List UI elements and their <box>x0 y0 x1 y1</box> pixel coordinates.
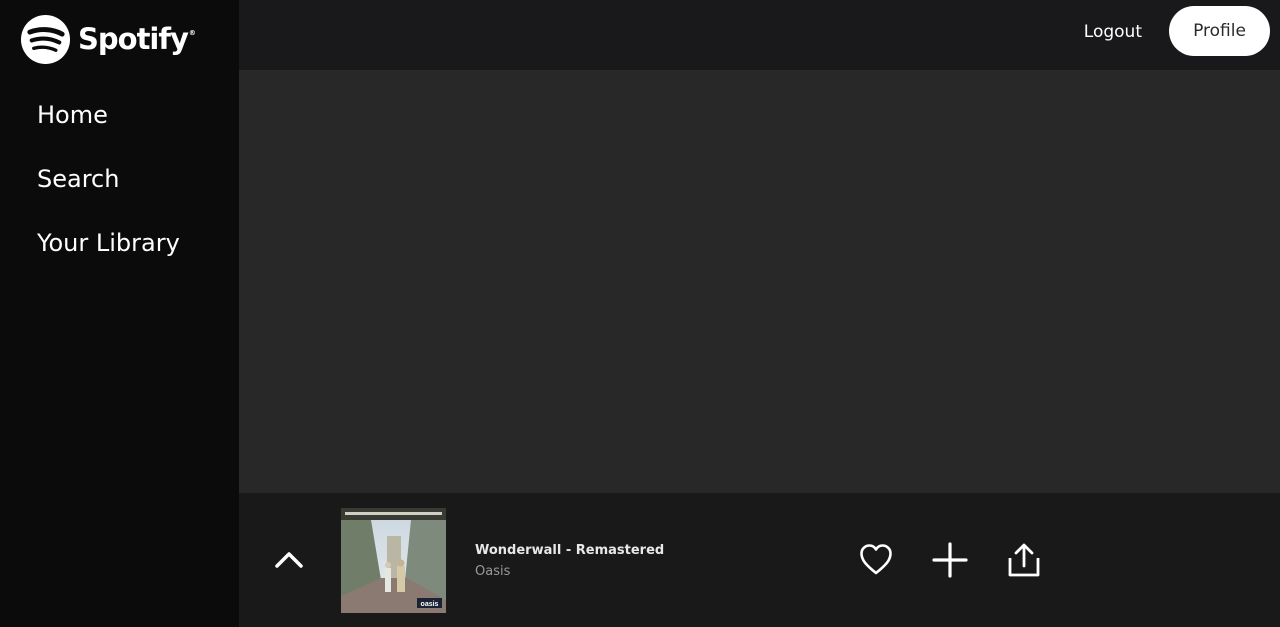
player-bar: oasis Wonderwall - Remastered Oasis <box>239 493 1280 627</box>
spotify-logo[interactable]: Spotify® <box>20 13 196 65</box>
sidebar-item-home[interactable]: Home <box>37 96 180 160</box>
brand-wordmark: Spotify® <box>78 22 196 56</box>
top-bar: Logout Profile <box>239 0 1280 70</box>
album-cover[interactable]: oasis <box>341 508 446 613</box>
brand-name: Spotify <box>78 22 189 56</box>
main-content <box>239 70 1280 493</box>
sidebar-nav: Home Search Your Library <box>37 96 180 288</box>
sidebar: Spotify® Home Search Your Library <box>0 0 239 627</box>
spotify-logo-icon <box>20 14 71 64</box>
track-title[interactable]: Wonderwall - Remastered <box>475 543 664 558</box>
sidebar-item-your-library[interactable]: Your Library <box>37 224 180 288</box>
plus-icon[interactable] <box>932 542 968 578</box>
chevron-up-icon[interactable] <box>271 546 307 572</box>
album-cover-label: oasis <box>421 601 439 608</box>
profile-button[interactable]: Profile <box>1169 6 1270 56</box>
sidebar-item-search[interactable]: Search <box>37 160 180 224</box>
heart-icon[interactable] <box>858 542 894 578</box>
track-artist[interactable]: Oasis <box>475 564 510 579</box>
brand-registered-mark: ® <box>188 29 196 37</box>
share-icon[interactable] <box>1006 542 1042 578</box>
logout-button[interactable]: Logout <box>1084 20 1142 44</box>
